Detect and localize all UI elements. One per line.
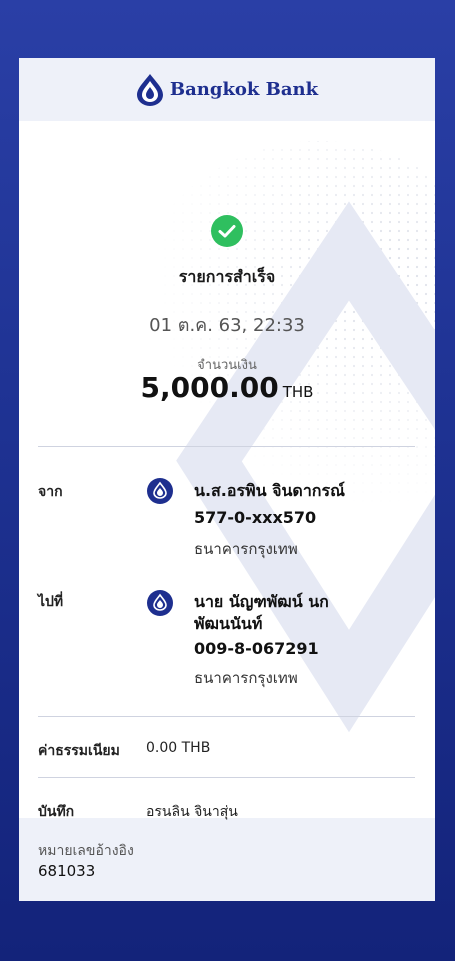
from-account: 577-0-xxx570 xyxy=(194,508,317,527)
status-text: รายการสำเร็จ xyxy=(178,267,276,286)
bangkok-bank-icon xyxy=(147,478,173,504)
brand: Bangkok Bank xyxy=(136,72,318,108)
divider xyxy=(38,716,415,717)
from-name: น.ส.อรพิน จินดากรณ์ xyxy=(194,481,345,500)
to-name: นาย นัญฑพัฒน์ นก พัฒนนันท์ xyxy=(194,592,329,633)
amount: 5,000.00 THB xyxy=(19,371,435,404)
transaction-datetime: 01 ต.ค. 63, 22:33 xyxy=(149,315,305,336)
divider xyxy=(38,777,415,778)
divider xyxy=(38,446,415,447)
bangkok-bank-icon xyxy=(147,590,173,616)
note-value: อรนลิน จินาสุ่น xyxy=(146,804,238,820)
fee-label: ค่าธรรมเนียม xyxy=(38,743,120,759)
receipt-card: Bangkok Bank รายการสำเร็จ 01 ต.ค. 63, 22… xyxy=(19,58,435,901)
from-label: จาก xyxy=(38,484,63,500)
to-label: ไปที่ xyxy=(38,594,64,610)
reference-label: หมายเลขอ้างอิง xyxy=(38,843,134,859)
check-circle-icon xyxy=(211,215,243,247)
note-label: บันทึก xyxy=(38,804,75,820)
receipt-header: Bangkok Bank xyxy=(19,58,435,121)
bank-name: Bangkok Bank xyxy=(169,79,319,100)
amount-value: 5,000.00 xyxy=(140,371,279,404)
reference-value: 681033 xyxy=(38,862,96,880)
lotus-logo-icon xyxy=(136,73,163,106)
reference-section: หมายเลขอ้างอิง 681033 xyxy=(19,818,435,901)
from-bank: ธนาคารกรุงเทพ xyxy=(194,540,298,558)
to-account: 009-8-067291 xyxy=(194,639,319,658)
amount-currency: THB xyxy=(282,383,314,401)
fee-value: 0.00 THB xyxy=(146,740,211,756)
to-bank: ธนาคารกรุงเทพ xyxy=(194,669,298,687)
